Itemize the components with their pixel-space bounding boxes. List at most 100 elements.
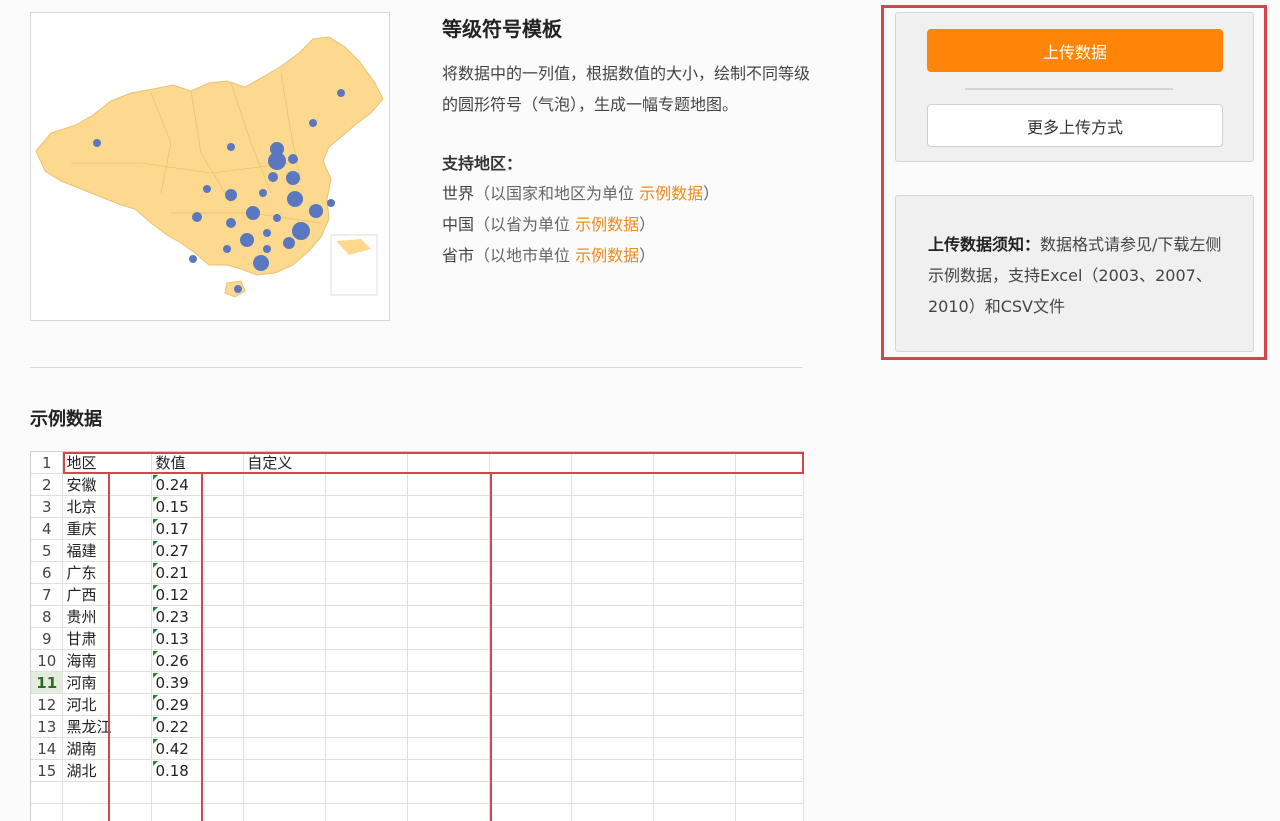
region-cell[interactable]: 广东 (63, 562, 152, 584)
empty-cell[interactable] (572, 540, 654, 562)
value-cell[interactable]: 0.21 (152, 562, 244, 584)
empty-cell[interactable] (244, 738, 326, 760)
value-cell[interactable]: 0.13 (152, 628, 244, 650)
empty-cell[interactable] (735, 782, 803, 804)
empty-cell[interactable] (654, 672, 736, 694)
empty-cell[interactable] (572, 562, 654, 584)
empty-cell[interactable] (408, 474, 490, 496)
empty-cell[interactable] (654, 584, 736, 606)
empty-cell[interactable] (408, 606, 490, 628)
empty-cell[interactable] (572, 738, 654, 760)
empty-cell[interactable] (654, 606, 736, 628)
value-cell[interactable]: 0.22 (152, 716, 244, 738)
empty-cell[interactable] (490, 540, 572, 562)
value-cell[interactable]: 0.39 (152, 672, 244, 694)
empty-cell[interactable] (572, 518, 654, 540)
empty-cell[interactable] (654, 738, 736, 760)
empty-cell[interactable] (326, 738, 408, 760)
empty-cell[interactable] (572, 782, 654, 804)
empty-cell[interactable] (326, 628, 408, 650)
empty-cell[interactable] (326, 562, 408, 584)
empty-cell[interactable] (408, 496, 490, 518)
empty-cell[interactable] (326, 606, 408, 628)
value-cell[interactable]: 0.27 (152, 540, 244, 562)
empty-cell[interactable] (244, 694, 326, 716)
header-cell[interactable] (654, 452, 736, 474)
empty-cell[interactable] (244, 760, 326, 782)
region-cell[interactable]: 黑龙江 (63, 716, 152, 738)
region-cell[interactable]: 河南 (63, 672, 152, 694)
empty-cell[interactable] (735, 584, 803, 606)
region-cell[interactable]: 贵州 (63, 606, 152, 628)
empty-cell[interactable] (490, 628, 572, 650)
empty-cell[interactable] (572, 716, 654, 738)
header-cell[interactable]: 数值 (152, 452, 244, 474)
empty-cell[interactable] (735, 474, 803, 496)
empty-cell[interactable] (735, 738, 803, 760)
empty-cell[interactable] (490, 606, 572, 628)
empty-cell[interactable] (244, 804, 326, 821)
empty-cell[interactable] (735, 628, 803, 650)
empty-cell[interactable] (654, 474, 736, 496)
empty-cell[interactable] (408, 804, 490, 821)
region-cell[interactable]: 海南 (63, 650, 152, 672)
empty-cell[interactable] (654, 694, 736, 716)
empty-cell[interactable] (408, 782, 490, 804)
empty-cell[interactable] (63, 782, 152, 804)
empty-cell[interactable] (490, 782, 572, 804)
empty-cell[interactable] (735, 540, 803, 562)
empty-cell[interactable] (244, 518, 326, 540)
upload-data-button[interactable]: 上传数据 (927, 29, 1223, 72)
empty-cell[interactable] (490, 650, 572, 672)
empty-cell[interactable] (326, 496, 408, 518)
empty-cell[interactable] (572, 628, 654, 650)
empty-cell[interactable] (408, 760, 490, 782)
sample-data-link[interactable]: 示例数据 (575, 246, 639, 265)
empty-cell[interactable] (490, 672, 572, 694)
empty-cell[interactable] (244, 540, 326, 562)
empty-cell[interactable] (572, 496, 654, 518)
empty-cell[interactable] (735, 562, 803, 584)
region-cell[interactable]: 甘肃 (63, 628, 152, 650)
empty-cell[interactable] (735, 694, 803, 716)
empty-cell[interactable] (408, 694, 490, 716)
empty-cell[interactable] (244, 584, 326, 606)
region-cell[interactable]: 重庆 (63, 518, 152, 540)
empty-cell[interactable] (490, 474, 572, 496)
empty-cell[interactable] (244, 562, 326, 584)
empty-cell[interactable] (408, 540, 490, 562)
empty-cell[interactable] (63, 804, 152, 821)
empty-cell[interactable] (490, 694, 572, 716)
region-cell[interactable]: 安徽 (63, 474, 152, 496)
empty-cell[interactable] (244, 474, 326, 496)
empty-cell[interactable] (735, 650, 803, 672)
header-cell[interactable] (572, 452, 654, 474)
empty-cell[interactable] (326, 804, 408, 821)
region-cell[interactable]: 福建 (63, 540, 152, 562)
header-cell[interactable]: 地区 (63, 452, 152, 474)
empty-cell[interactable] (572, 606, 654, 628)
empty-cell[interactable] (572, 694, 654, 716)
empty-cell[interactable] (326, 760, 408, 782)
empty-cell[interactable] (326, 672, 408, 694)
empty-cell[interactable] (408, 672, 490, 694)
empty-cell[interactable] (490, 804, 572, 821)
empty-cell[interactable] (490, 738, 572, 760)
value-cell[interactable]: 0.29 (152, 694, 244, 716)
empty-cell[interactable] (490, 518, 572, 540)
empty-cell[interactable] (326, 782, 408, 804)
empty-cell[interactable] (490, 562, 572, 584)
empty-cell[interactable] (490, 584, 572, 606)
empty-cell[interactable] (326, 650, 408, 672)
empty-cell[interactable] (654, 628, 736, 650)
empty-cell[interactable] (735, 804, 803, 821)
region-cell[interactable]: 湖南 (63, 738, 152, 760)
header-cell[interactable] (326, 452, 408, 474)
empty-cell[interactable] (654, 518, 736, 540)
empty-cell[interactable] (654, 716, 736, 738)
empty-cell[interactable] (735, 518, 803, 540)
empty-cell[interactable] (244, 716, 326, 738)
empty-cell[interactable] (244, 782, 326, 804)
empty-cell[interactable] (654, 496, 736, 518)
value-cell[interactable]: 0.12 (152, 584, 244, 606)
